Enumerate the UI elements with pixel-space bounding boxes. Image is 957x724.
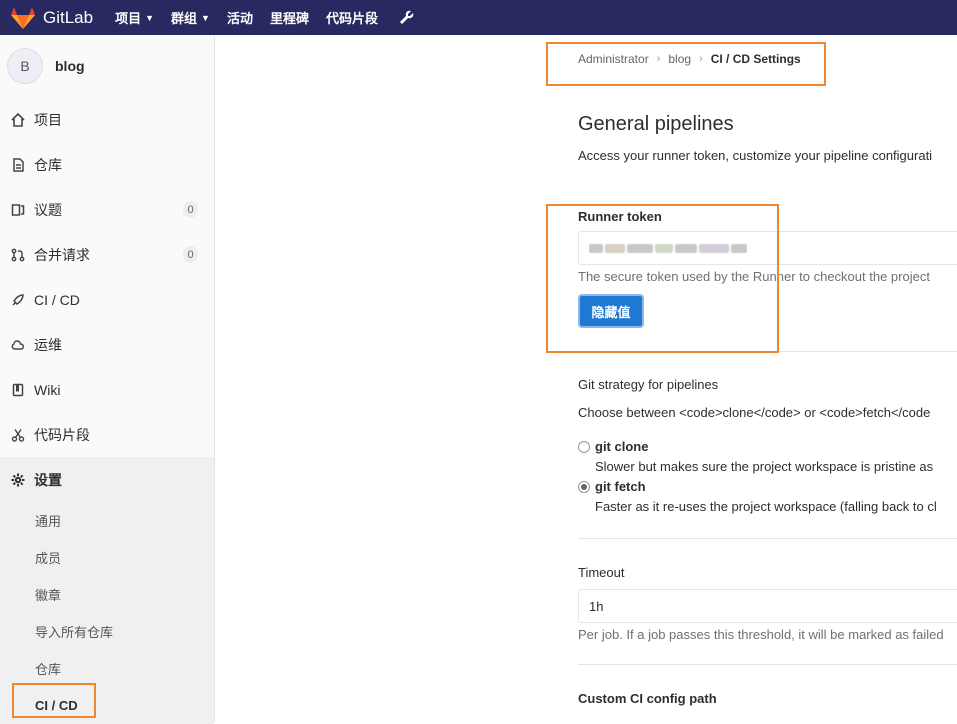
git-strategy-label: Git strategy for pipelines — [578, 377, 719, 392]
git-fetch-desc: Faster as it re-uses the project workspa… — [595, 499, 937, 514]
nav-groups[interactable]: 群组 ▼ — [171, 8, 210, 27]
sidebar-item-label: 代码片段 — [34, 426, 90, 443]
merge-requests-count-badge: 0 — [183, 246, 198, 263]
sidebar-item-label: 设置 — [34, 471, 62, 488]
highlight-box-sidebar-ci-cd — [12, 683, 96, 718]
nav-snippets-label: 代码片段 — [326, 11, 379, 26]
nav-projects-label: 项目 — [115, 11, 142, 26]
cloud-icon — [10, 337, 26, 353]
sidebar-item-label: CI / CD — [34, 291, 80, 308]
gitlab-logo[interactable]: GitLab — [10, 6, 93, 30]
sidebar-item-wiki[interactable]: Wiki — [0, 367, 214, 412]
git-strategy-description: Choose between <code>clone</code> or <co… — [578, 405, 931, 420]
settings-sub-general[interactable]: 通用 — [0, 502, 214, 539]
gear-icon — [10, 472, 26, 488]
book-icon — [10, 382, 26, 398]
settings-sub-badges[interactable]: 徽章 — [0, 576, 214, 613]
nav-activity[interactable]: 活动 — [227, 8, 253, 27]
git-clone-title: git clone — [595, 439, 649, 454]
divider — [578, 538, 957, 539]
top-navbar: GitLab 项目 ▼ 群组 ▼ 活动 里程碑 代码片段 — [0, 0, 957, 35]
sidebar-item-issues[interactable]: 议题 0 — [0, 187, 214, 232]
settings-content: General pipelines Access your runner tok… — [578, 113, 957, 706]
sidebar-item-ci-cd[interactable]: CI / CD — [0, 277, 214, 322]
git-clone-option[interactable]: git clone — [578, 439, 957, 454]
settings-sub-repository[interactable]: 仓库 — [0, 650, 214, 687]
git-fetch-option[interactable]: git fetch — [578, 479, 957, 494]
sidebar-project-header[interactable]: B blog — [0, 35, 214, 97]
sidebar-item-label: 仓库 — [34, 156, 62, 173]
nav-milestones[interactable]: 里程碑 — [270, 8, 309, 27]
timeout-help: Per job. If a job passes this threshold,… — [578, 627, 944, 642]
nav-groups-label: 群组 — [171, 11, 198, 26]
git-clone-desc: Slower but makes sure the project worksp… — [595, 459, 934, 474]
timeout-label: Timeout — [578, 565, 625, 580]
divider — [578, 664, 957, 665]
rocket-icon — [10, 292, 26, 308]
settings-sub-members[interactable]: 成员 — [0, 539, 214, 576]
sidebar-item-repository[interactable]: 仓库 — [0, 142, 214, 187]
admin-wrench-icon[interactable] — [399, 10, 415, 26]
repo-icon — [10, 157, 26, 173]
sidebar-item-merge-requests[interactable]: 合并请求 0 — [0, 232, 214, 277]
project-name: blog — [55, 58, 85, 74]
section-description: Access your runner token, customize your… — [578, 148, 933, 163]
git-clone-radio[interactable] — [578, 440, 590, 453]
nav-activity-label: 活动 — [226, 11, 253, 26]
git-fetch-title: git fetch — [595, 479, 646, 494]
merge-request-icon — [10, 247, 26, 263]
issues-icon — [10, 202, 26, 218]
home-icon — [10, 112, 26, 128]
highlight-box-breadcrumb — [546, 42, 826, 86]
chevron-down-icon: ▼ — [145, 12, 155, 23]
sidebar-item-label: 项目 — [34, 111, 62, 128]
nav-projects[interactable]: 项目 ▼ — [115, 8, 154, 27]
sidebar-item-project[interactable]: 项目 — [0, 97, 214, 142]
sidebar-item-settings[interactable]: 设置 — [0, 457, 214, 502]
timeout-input[interactable]: 1h — [578, 589, 957, 623]
scissors-icon — [10, 427, 26, 443]
gitlab-fox-icon — [11, 6, 35, 29]
chevron-down-icon: ▼ — [201, 12, 210, 23]
sidebar: B blog 项目 仓库 议题 0 合并请求 0 CI / CD 运维 Wiki… — [0, 35, 215, 724]
main-content: Administrator › blog › CI / CD Settings … — [216, 35, 957, 722]
sidebar-item-label: 运维 — [34, 336, 62, 353]
nav-milestones-label: 里程碑 — [269, 11, 309, 26]
git-fetch-radio[interactable] — [578, 480, 590, 493]
issues-count-badge: 0 — [183, 201, 198, 218]
sidebar-item-label: 议题 — [34, 201, 62, 218]
page-title: General pipelines — [578, 113, 734, 135]
highlight-box-runner-token — [546, 204, 779, 353]
avatar: B — [7, 48, 43, 84]
logo-text: GitLab — [43, 7, 94, 27]
settings-sub-import[interactable]: 导入所有仓库 — [0, 613, 214, 650]
sidebar-item-operations[interactable]: 运维 — [0, 322, 214, 367]
sidebar-item-label: 合并请求 — [34, 246, 90, 263]
custom-ci-config-label: Custom CI config path — [578, 691, 717, 706]
nav-snippets[interactable]: 代码片段 — [326, 8, 378, 27]
sidebar-item-snippets[interactable]: 代码片段 — [0, 412, 214, 457]
sidebar-item-label: Wiki — [34, 381, 61, 398]
